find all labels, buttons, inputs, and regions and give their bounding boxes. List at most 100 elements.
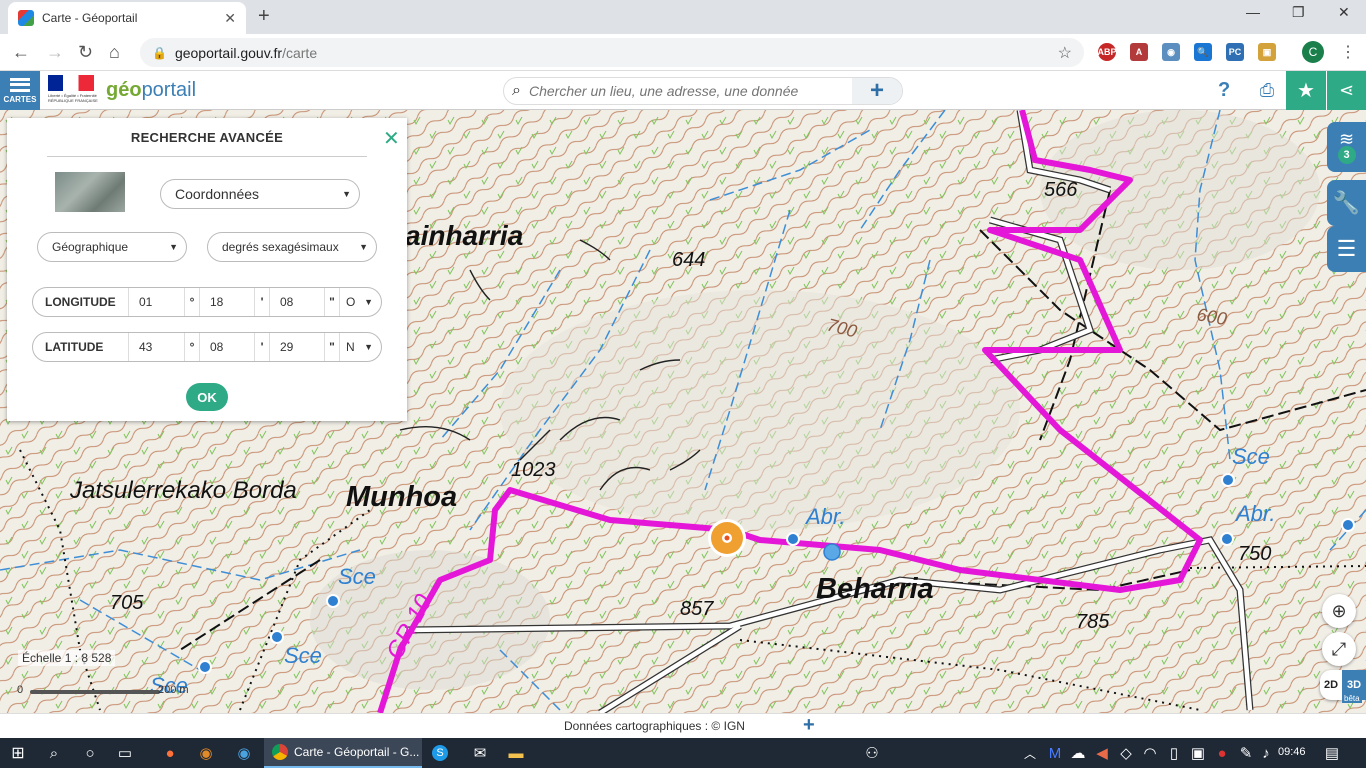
tray-expand-icon[interactable]: ︿ bbox=[1020, 743, 1040, 763]
app-icon-2[interactable]: ◉ bbox=[234, 743, 254, 763]
unit-select[interactable]: degrés sexagésimaux ▼ bbox=[207, 232, 377, 262]
legend-button[interactable]: ☰ bbox=[1327, 226, 1366, 272]
skype-icon[interactable]: S bbox=[432, 745, 448, 761]
fullscreen-icon: ⤢ bbox=[1331, 638, 1347, 659]
pc-extension-icon[interactable]: PC bbox=[1226, 43, 1244, 61]
svg-text:785: 785 bbox=[1076, 611, 1110, 633]
search-icon[interactable]: ⌕ bbox=[44, 743, 64, 763]
latitude-seconds-input[interactable]: 29 bbox=[269, 333, 325, 361]
pen-icon[interactable]: ✎ bbox=[1236, 743, 1256, 763]
mail-icon[interactable]: ✉ bbox=[470, 743, 490, 763]
adblock-extension-icon[interactable]: ABP bbox=[1098, 43, 1117, 61]
lock-icon: 🔒 bbox=[152, 45, 167, 60]
tray-icon-4[interactable]: ● bbox=[1212, 743, 1232, 763]
close-icon[interactable]: ✕ bbox=[383, 126, 400, 151]
tools-button[interactable]: 🔧 bbox=[1327, 180, 1366, 226]
tray-icon-3[interactable]: ▣ bbox=[1188, 743, 1208, 763]
battery-icon[interactable]: ▯ bbox=[1164, 743, 1184, 763]
new-tab-icon[interactable]: + bbox=[258, 5, 270, 28]
geoportail-header: CARTES Liberté • Égalité • Fraternité RÉP… bbox=[0, 71, 1366, 110]
geoportail-logo[interactable]: géoportail bbox=[106, 79, 196, 102]
wifi-icon[interactable]: ◠ bbox=[1140, 743, 1160, 763]
ok-button[interactable]: OK bbox=[186, 383, 228, 411]
latitude-direction-value: N bbox=[346, 340, 355, 354]
cartes-menu-button[interactable]: CARTES bbox=[0, 71, 40, 110]
longitude-minutes-input[interactable]: 18 bbox=[199, 288, 255, 316]
url-text: geoportail.gouv.fr/carte bbox=[174, 44, 318, 61]
chevron-down-icon: ▼ bbox=[359, 242, 368, 252]
wrench-icon: 🔧 bbox=[1332, 190, 1361, 215]
svg-text:705: 705 bbox=[110, 592, 144, 614]
help-button[interactable]: ? bbox=[1218, 79, 1230, 102]
file-explorer-icon[interactable]: ▬ bbox=[506, 743, 526, 763]
windows-start-icon[interactable]: ⊞ bbox=[8, 743, 28, 763]
credit-expand-icon[interactable]: + bbox=[803, 714, 815, 737]
tray-app-icon[interactable]: M bbox=[1045, 743, 1065, 763]
back-icon[interactable]: ← bbox=[12, 42, 30, 63]
taskbar-chrome-window[interactable]: Carte - Géoportail - G... bbox=[264, 738, 422, 768]
extension-icon-2[interactable]: ▣ bbox=[1258, 43, 1276, 61]
pdf-extension-icon[interactable]: A bbox=[1130, 43, 1148, 61]
view-mode-toggle: 2D 3D bêta bbox=[1320, 670, 1366, 704]
divider bbox=[47, 156, 367, 157]
task-view-icon[interactable]: ▭ bbox=[115, 743, 135, 763]
2d-button[interactable]: 2D bbox=[1320, 670, 1342, 700]
volume-icon[interactable]: ◀ bbox=[1092, 743, 1112, 763]
search-type-select[interactable]: Coordonnées ▼ bbox=[160, 179, 360, 209]
tab-title: Carte - Géoportail bbox=[42, 11, 138, 25]
reload-icon[interactable]: ↻ bbox=[78, 42, 93, 63]
hamburger-icon bbox=[10, 77, 30, 92]
longitude-degrees-input[interactable]: 01 bbox=[129, 288, 185, 316]
coord-system-select[interactable]: Géographique ▼ bbox=[37, 232, 187, 262]
latitude-direction-select[interactable]: N ▼ bbox=[339, 333, 381, 361]
geolocate-button[interactable]: ⊕ bbox=[1322, 594, 1356, 628]
home-icon[interactable]: ⌂ bbox=[109, 42, 120, 63]
cortana-icon[interactable]: ○ bbox=[80, 743, 100, 763]
cloud-icon[interactable]: ☁ bbox=[1068, 743, 1088, 763]
print-icon[interactable]: ⎙ bbox=[1248, 71, 1286, 110]
browser-tab[interactable]: Carte - Géoportail ✕ bbox=[8, 2, 246, 34]
svg-text:644: 644 bbox=[672, 249, 705, 271]
longitude-seconds-input[interactable]: 08 bbox=[269, 288, 325, 316]
share-icon[interactable]: ⋖ bbox=[1326, 71, 1366, 110]
volume-speaker-icon[interactable]: ♪ bbox=[1256, 743, 1276, 763]
app-icon[interactable]: ◉ bbox=[196, 743, 216, 763]
search-icon[interactable]: ⌕ bbox=[512, 82, 521, 100]
clock[interactable]: 09:46 bbox=[1278, 746, 1306, 758]
svg-text:ainharria: ainharria bbox=[405, 220, 523, 251]
browser-menu-icon[interactable]: ⋮ bbox=[1340, 42, 1356, 62]
panel-title: RECHERCHE AVANCÉE bbox=[130, 130, 284, 145]
windows-taskbar: ⊞ ⌕ ○ ▭ ● ◉ ◉ Carte - Géoportail - G... … bbox=[0, 738, 1366, 768]
layers-button[interactable]: ≋ 3 bbox=[1327, 122, 1366, 172]
svg-text:Sce: Sce bbox=[338, 564, 376, 589]
geoportail-favicon-icon bbox=[18, 10, 34, 26]
restore-icon[interactable]: ❐ bbox=[1292, 4, 1305, 21]
close-tab-icon[interactable]: ✕ bbox=[224, 10, 236, 27]
address-bar[interactable]: 🔒 geoportail.gouv.fr/carte ☆ bbox=[140, 38, 1084, 67]
search-input[interactable] bbox=[528, 83, 849, 99]
close-window-icon[interactable]: ✕ bbox=[1338, 4, 1350, 21]
republique-francaise-logo[interactable]: Liberté • Égalité • Fraternité RÉPUBLIQUE… bbox=[48, 75, 98, 107]
dropbox-icon[interactable]: ◇ bbox=[1116, 743, 1136, 763]
svg-text:Munhoa: Munhoa bbox=[346, 481, 457, 513]
svg-text:Sce: Sce bbox=[1232, 444, 1270, 469]
minimize-icon[interactable]: — bbox=[1246, 4, 1260, 20]
favorites-star-icon[interactable]: ★ bbox=[1286, 71, 1326, 110]
firefox-icon[interactable]: ● bbox=[160, 743, 180, 763]
profile-avatar[interactable]: C bbox=[1302, 41, 1324, 63]
advanced-search-plus-button[interactable]: + bbox=[852, 77, 902, 104]
longitude-direction-select[interactable]: O ▼ bbox=[339, 288, 381, 316]
latitude-degrees-input[interactable]: 43 bbox=[129, 333, 185, 361]
search-extension-icon[interactable]: 🔍 bbox=[1194, 43, 1212, 61]
coord-system-value: Géographique bbox=[52, 240, 129, 254]
chevron-down-icon: ▼ bbox=[169, 242, 178, 252]
forward-icon[interactable]: → bbox=[46, 42, 64, 63]
cartes-label: CARTES bbox=[3, 94, 37, 104]
bookmark-star-icon[interactable]: ☆ bbox=[1058, 43, 1072, 63]
svg-text:Abr.: Abr. bbox=[1234, 501, 1276, 526]
fullscreen-button[interactable]: ⤢ bbox=[1322, 632, 1356, 666]
people-icon[interactable]: ⚇ bbox=[862, 743, 882, 763]
latitude-minutes-input[interactable]: 08 bbox=[199, 333, 255, 361]
notifications-icon[interactable]: ▤ bbox=[1322, 743, 1342, 763]
extension-icon[interactable]: ◉ bbox=[1162, 43, 1180, 61]
